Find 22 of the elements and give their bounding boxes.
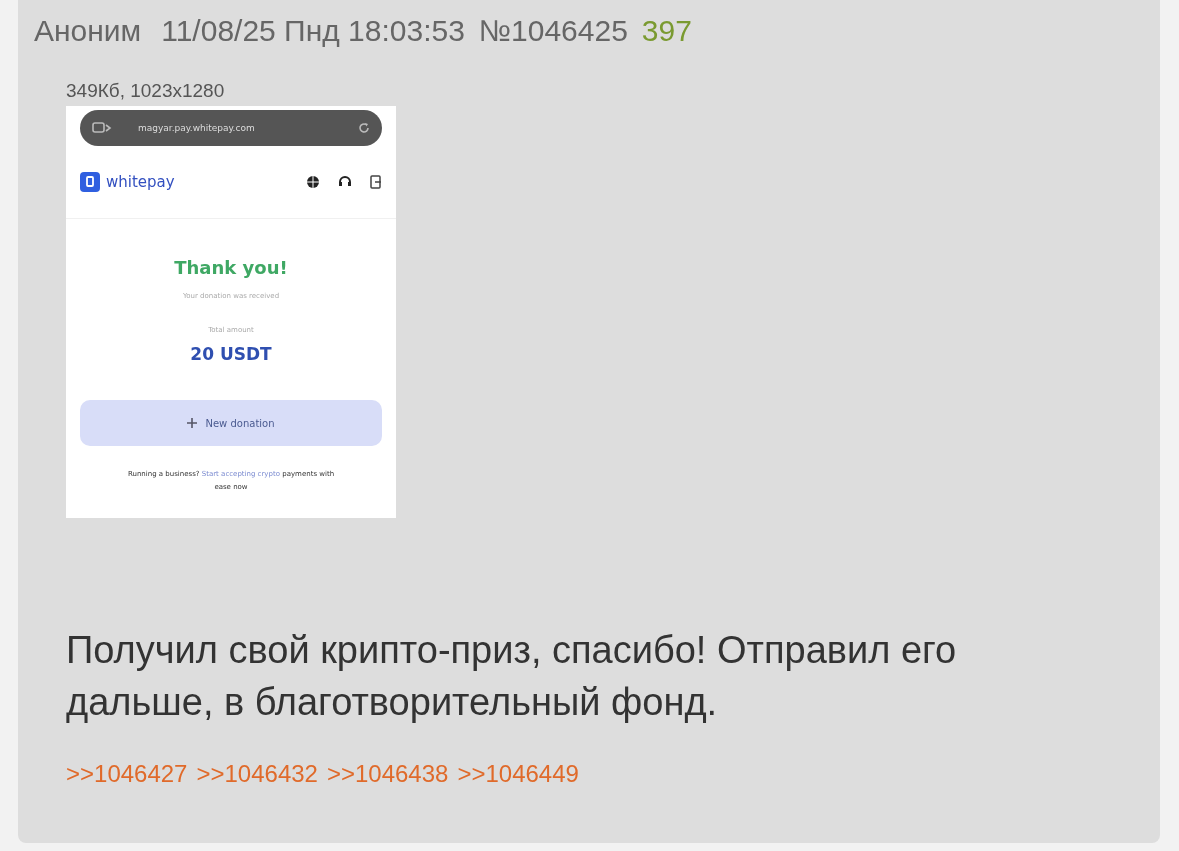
reload-icon: [358, 122, 370, 134]
brand-name: whitepay: [106, 173, 175, 191]
post-author: Аноним: [34, 14, 142, 48]
post-date: 11/08/25 Пнд 18:03:53: [161, 14, 465, 48]
amount-value: 20 USDT: [190, 344, 272, 364]
logo-icon: [80, 172, 100, 192]
url-text: magyar.pay.whitepay.com: [137, 123, 256, 133]
globe-icon: [306, 175, 320, 189]
reply-link[interactable]: >>1046427: [66, 760, 188, 788]
thank-you-heading: Thank you!: [174, 257, 288, 278]
headset-icon: [338, 175, 352, 189]
post-ordinal: 397: [641, 14, 692, 48]
post-number[interactable]: №1046425: [478, 14, 628, 48]
reply-link[interactable]: >>1046432: [196, 760, 318, 788]
post-message: Получил свой крипто-приз, спасибо! Отправил его дальше, в благотворительный фонд.: [66, 628, 958, 725]
new-donation-button[interactable]: New donation: [80, 400, 382, 446]
exit-icon: [370, 175, 382, 189]
tabs-icon: [92, 122, 112, 134]
plus-icon: [187, 418, 198, 428]
file-info: 349Кб, 1023x1280: [66, 80, 226, 102]
reply-link[interactable]: >>1046449: [457, 760, 579, 788]
reply-link[interactable]: >>1046438: [326, 760, 449, 788]
